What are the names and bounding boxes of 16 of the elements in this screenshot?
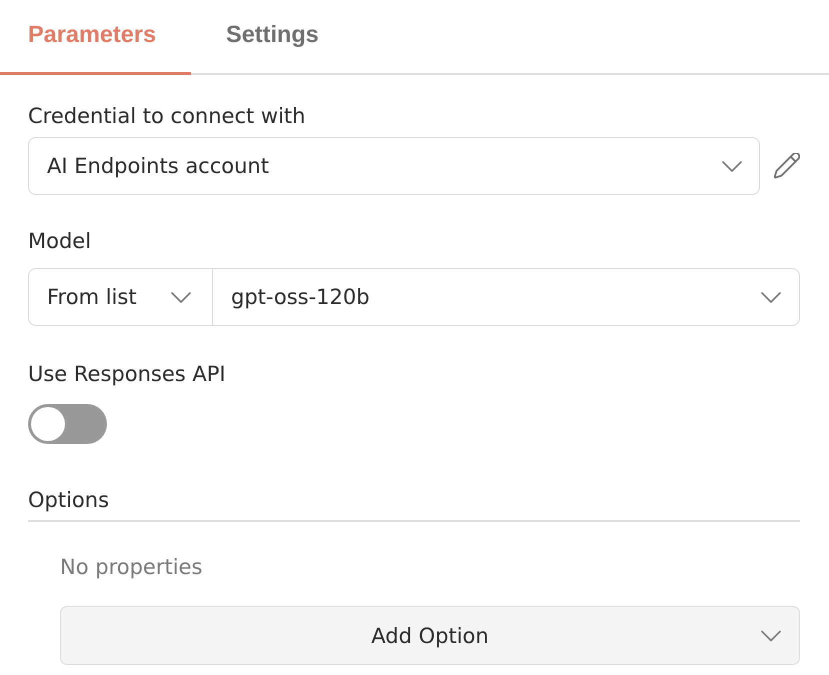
- tab[interactable]: Settings: [191, 0, 354, 75]
- chevron-down-icon: [171, 292, 191, 302]
- credential-select[interactable]: AI Endpoints account: [28, 137, 760, 195]
- pencil-icon[interactable]: [774, 153, 800, 179]
- mode-select[interactable]: From list: [28, 268, 213, 326]
- add-option-button[interactable]: Add Option: [60, 606, 800, 665]
- empty-state-text: No properties: [60, 554, 202, 580]
- field-label: Use Responses API: [28, 361, 226, 387]
- field-label: Model: [28, 228, 92, 254]
- section-title: Options: [28, 487, 110, 513]
- field-label: Credential to connect with: [28, 103, 306, 129]
- toggle-switch[interactable]: [28, 404, 107, 444]
- model-select[interactable]: gpt-oss-120b: [213, 268, 800, 326]
- chevron-down-icon: [761, 630, 781, 641]
- chevron-down-icon: [722, 160, 742, 172]
- chevron-down-icon: [761, 292, 781, 302]
